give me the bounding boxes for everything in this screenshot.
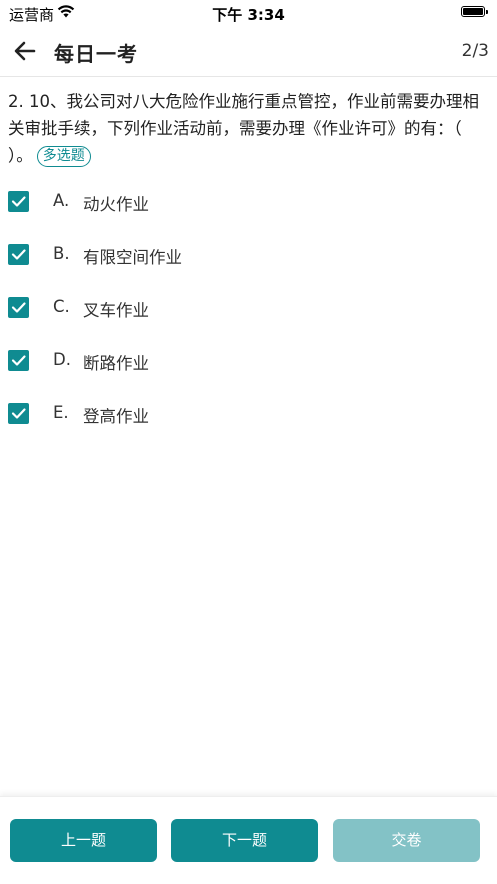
option-letter: D.	[53, 350, 71, 369]
question-progress: 2/3	[461, 41, 489, 61]
option-c[interactable]: C. 叉车作业	[0, 286, 497, 330]
status-time: 下午 3:34	[212, 6, 285, 24]
option-letter: E.	[53, 403, 69, 422]
option-text: 断路作业	[83, 354, 149, 373]
checkbox-checked-icon[interactable]	[8, 191, 29, 212]
submit-exam-button[interactable]: 交卷	[333, 819, 480, 862]
back-arrow-icon[interactable]	[12, 38, 38, 64]
next-question-button[interactable]: 下一题	[171, 819, 318, 862]
previous-question-button[interactable]: 上一题	[10, 819, 157, 862]
bottom-action-bar: 上一题 下一题 交卷	[0, 796, 497, 884]
status-bar: 运营商 下午 3:34	[0, 0, 497, 26]
checkbox-checked-icon[interactable]	[8, 350, 29, 371]
nav-bar: 每日一考 2/3	[0, 26, 497, 77]
option-a[interactable]: A. 动火作业	[0, 180, 497, 224]
option-d[interactable]: D. 断路作业	[0, 339, 497, 383]
checkbox-checked-icon[interactable]	[8, 244, 29, 265]
option-b[interactable]: B. 有限空间作业	[0, 233, 497, 277]
option-text: 动火作业	[83, 195, 149, 214]
battery-icon	[461, 6, 488, 17]
page-title: 每日一考	[54, 42, 138, 66]
question-type-badge: 多选题	[36, 146, 91, 167]
option-text: 有限空间作业	[83, 248, 182, 267]
question-stem: 2. 10、我公司对八大危险作业施行重点管控，作业前需要办理相关审批手续，下列作…	[8, 88, 484, 169]
option-letter: B.	[53, 244, 70, 263]
option-e[interactable]: E. 登高作业	[0, 392, 497, 436]
option-letter: C.	[53, 297, 70, 316]
option-text: 登高作业	[83, 407, 149, 426]
checkbox-checked-icon[interactable]	[8, 297, 29, 318]
option-letter: A.	[53, 191, 70, 210]
checkbox-checked-icon[interactable]	[8, 403, 29, 424]
option-text: 叉车作业	[83, 301, 149, 320]
